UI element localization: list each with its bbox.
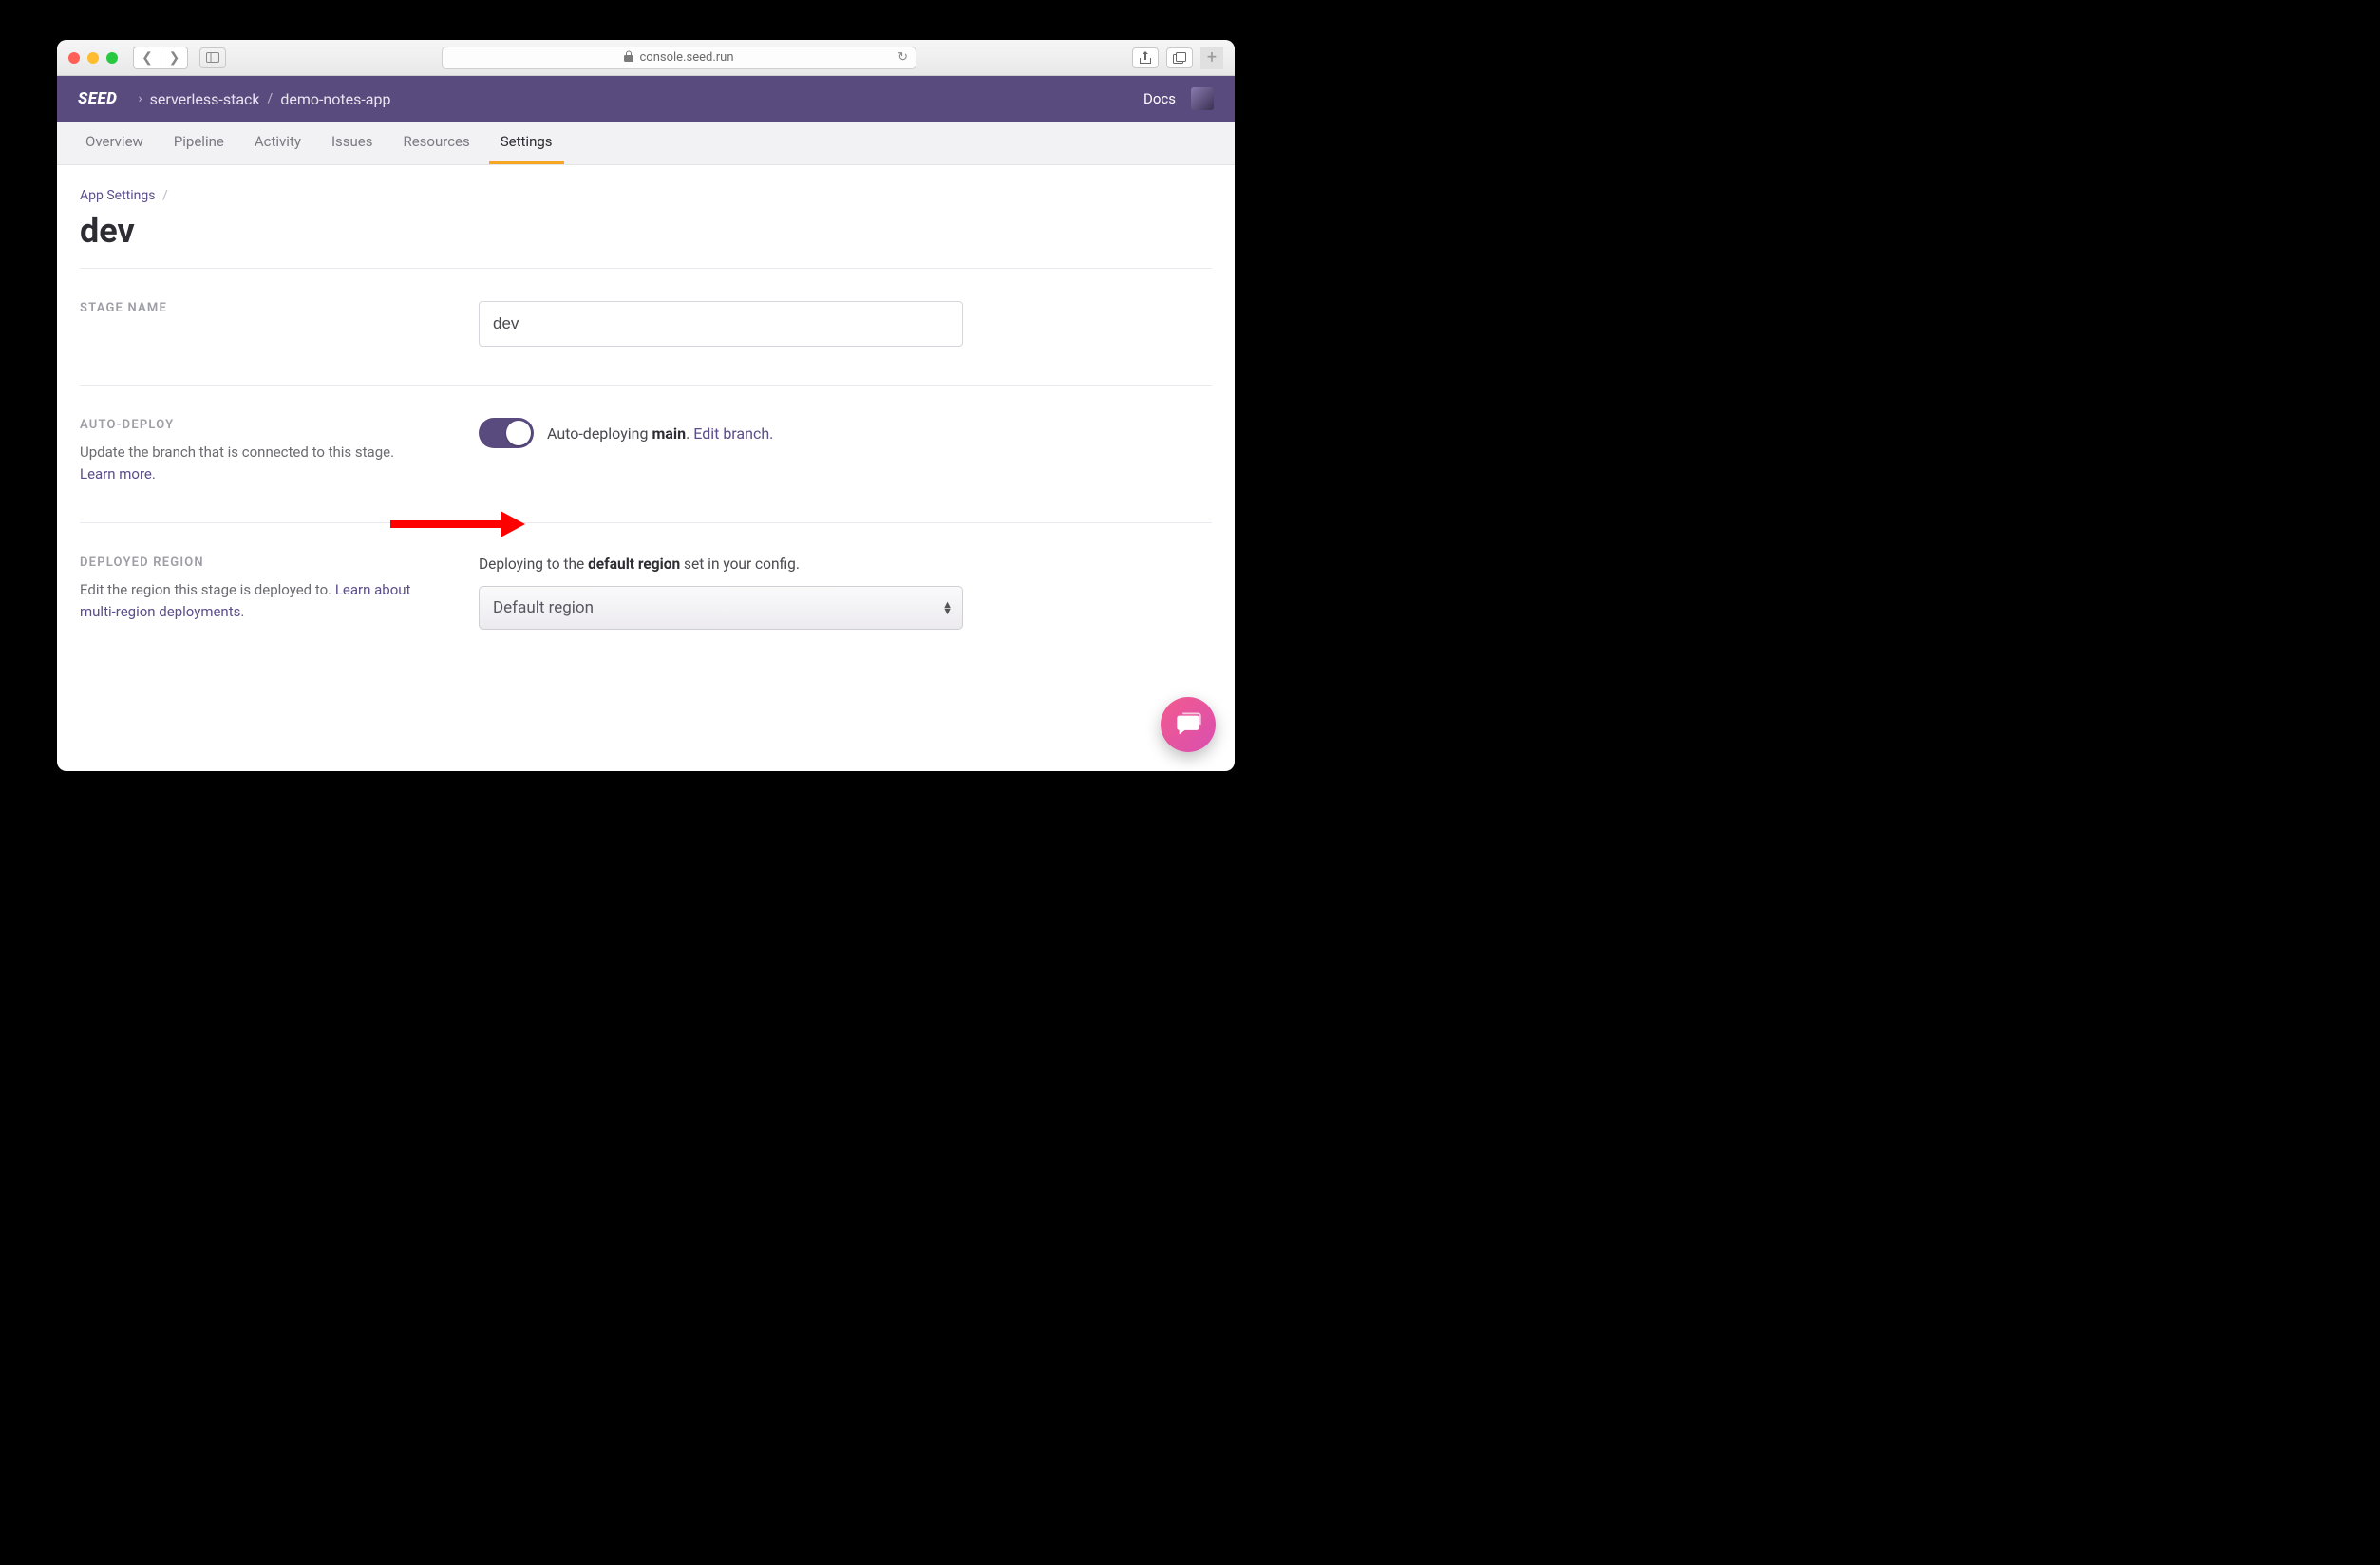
app-header: SEED › serverless-stack / demo-notes-app…	[57, 76, 1235, 122]
avatar[interactable]	[1191, 87, 1214, 110]
auto-deploy-toggle[interactable]	[479, 418, 534, 448]
page-title: dev	[80, 211, 1212, 251]
maximize-window-button[interactable]	[106, 52, 118, 64]
stage-name-input[interactable]	[479, 301, 963, 347]
new-tab-button[interactable]: +	[1200, 47, 1223, 69]
toggle-knob	[506, 421, 531, 445]
section-deployed-region: DEPLOYED REGION Edit the region this sta…	[80, 522, 1212, 668]
breadcrumb-app[interactable]: demo-notes-app	[280, 90, 390, 108]
nav-button-group: ❮ ❯	[133, 47, 188, 69]
tab-activity[interactable]: Activity	[243, 122, 312, 164]
tab-issues[interactable]: Issues	[320, 122, 385, 164]
region-select[interactable]: Default region ▲▼	[479, 586, 963, 630]
tabs-icon	[1173, 52, 1186, 64]
browser-right-tools: +	[1132, 47, 1223, 69]
share-button[interactable]	[1132, 47, 1159, 68]
section-auto-deploy: AUTO-DEPLOY Update the branch that is co…	[80, 385, 1212, 522]
chat-button[interactable]	[1161, 697, 1216, 752]
address-bar[interactable]: console.seed.run ↻	[442, 47, 916, 69]
page-content: App Settings / dev STAGE NAME AUTO-DEPLO…	[57, 165, 1235, 771]
stage-name-label: STAGE NAME	[80, 301, 460, 315]
tab-resources[interactable]: Resources	[391, 122, 481, 164]
window-controls	[68, 52, 118, 64]
breadcrumb-separator: /	[268, 91, 274, 106]
url-text: console.seed.run	[639, 50, 733, 65]
breadcrumb-app-settings[interactable]: App Settings	[80, 188, 155, 203]
auto-deploy-branch: main	[652, 424, 686, 443]
forward-button[interactable]: ❯	[161, 47, 187, 68]
tabs-button[interactable]	[1166, 47, 1193, 68]
auto-deploy-status: Auto-deploying main. Edit branch.	[547, 424, 773, 443]
breadcrumb: App Settings /	[80, 188, 1212, 203]
close-window-button[interactable]	[68, 52, 80, 64]
breadcrumb-org[interactable]: serverless-stack	[150, 90, 260, 108]
region-text-prefix: Deploying to the	[479, 556, 588, 573]
lock-icon	[624, 50, 633, 66]
tab-pipeline[interactable]: Pipeline	[162, 122, 236, 164]
app-tabs: Overview Pipeline Activity Issues Resour…	[57, 122, 1235, 165]
region-select-value: Default region	[493, 598, 594, 617]
browser-toolbar: ❮ ❯ console.seed.run ↻ +	[57, 40, 1235, 76]
sidebar-toggle-button[interactable]	[199, 47, 226, 68]
deployed-region-label: DEPLOYED REGION	[80, 556, 460, 570]
region-text-bold: default region	[588, 556, 680, 573]
share-icon	[1140, 51, 1151, 65]
app-logo[interactable]: SEED	[78, 89, 117, 108]
region-text-suffix: set in your config.	[680, 556, 800, 573]
auto-deploy-desc-text: Update the branch that is connected to t…	[80, 443, 394, 461]
chat-icon	[1175, 711, 1201, 738]
deployed-region-text: Deploying to the default region set in y…	[479, 556, 1212, 573]
minimize-window-button[interactable]	[87, 52, 99, 64]
auto-deploy-label: AUTO-DEPLOY	[80, 418, 460, 432]
edit-branch-link[interactable]: Edit branch.	[693, 424, 773, 443]
tab-settings[interactable]: Settings	[489, 122, 564, 164]
auto-deploy-row: Auto-deploying main. Edit branch.	[479, 418, 1212, 448]
tab-overview[interactable]: Overview	[74, 122, 155, 164]
deployed-region-description: Edit the region this stage is deployed t…	[80, 579, 422, 622]
deployed-region-desc-text: Edit the region this stage is deployed t…	[80, 581, 335, 598]
docs-link[interactable]: Docs	[1143, 90, 1176, 107]
breadcrumb-slash: /	[162, 188, 168, 203]
sidebar-icon	[206, 52, 219, 63]
browser-window: ❮ ❯ console.seed.run ↻ + SEED › serverle…	[57, 40, 1235, 771]
back-button[interactable]: ❮	[134, 47, 161, 68]
chevron-right-icon: ›	[138, 91, 142, 106]
auto-deploy-status-prefix: Auto-deploying	[547, 424, 652, 443]
auto-deploy-description: Update the branch that is connected to t…	[80, 442, 422, 484]
select-chevrons-icon: ▲▼	[942, 601, 953, 614]
section-stage-name: STAGE NAME	[80, 268, 1212, 385]
reload-button[interactable]: ↻	[897, 50, 908, 65]
auto-deploy-learn-more-link[interactable]: Learn more.	[80, 465, 156, 482]
